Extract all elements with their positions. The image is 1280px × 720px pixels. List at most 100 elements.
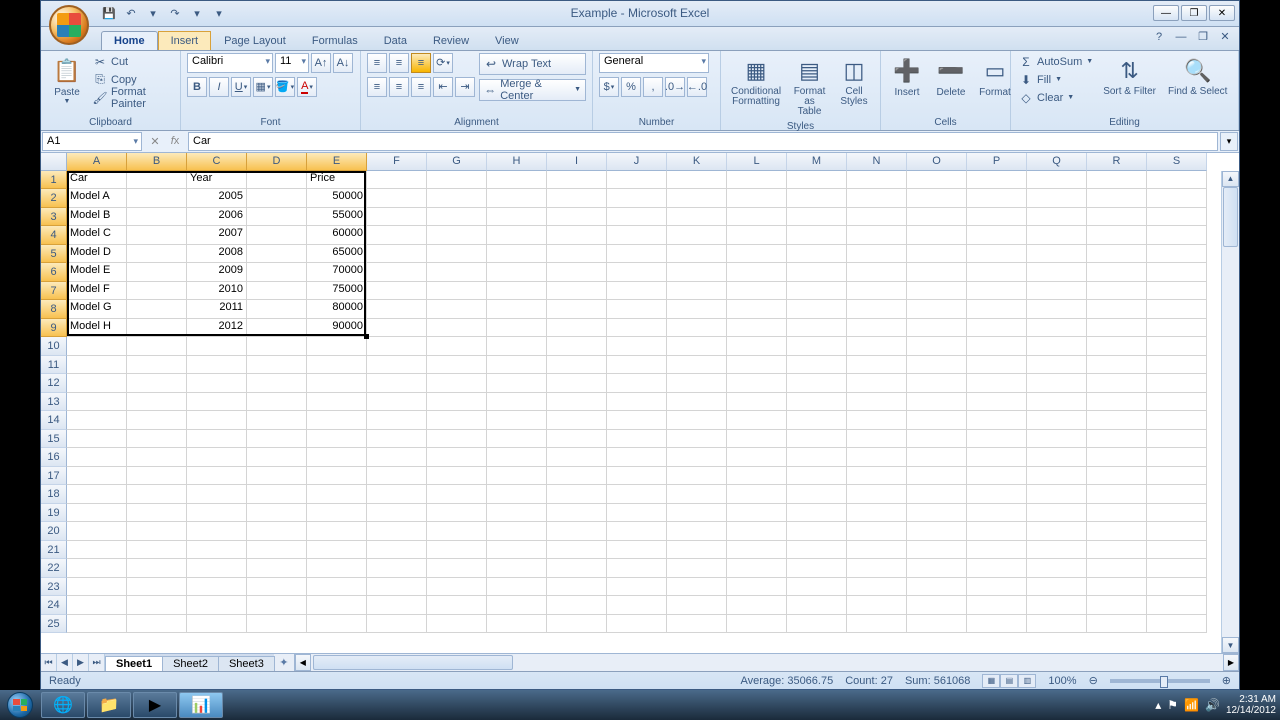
row-header-15[interactable]: 15 <box>41 430 67 449</box>
cell-O1[interactable] <box>907 171 967 190</box>
cell-J5[interactable] <box>607 245 667 264</box>
cell-N14[interactable] <box>847 411 907 430</box>
cell-F17[interactable] <box>367 467 427 486</box>
cell-K18[interactable] <box>667 485 727 504</box>
cell-E10[interactable] <box>307 337 367 356</box>
cell-M23[interactable] <box>787 578 847 597</box>
cell-F10[interactable] <box>367 337 427 356</box>
vertical-scrollbar[interactable]: ▲ ▼ <box>1221 171 1239 653</box>
col-header-F[interactable]: F <box>367 153 427 171</box>
cell-Q1[interactable] <box>1027 171 1087 190</box>
cell-C16[interactable] <box>187 448 247 467</box>
fx-button[interactable]: fx <box>167 133 183 149</box>
cell-G5[interactable] <box>427 245 487 264</box>
cell-D13[interactable] <box>247 393 307 412</box>
cell-J6[interactable] <box>607 263 667 282</box>
row-header-1[interactable]: 1 <box>41 171 67 190</box>
cell-Q14[interactable] <box>1027 411 1087 430</box>
delete-cells-button[interactable]: ➖Delete <box>931 53 971 100</box>
cell-S3[interactable] <box>1147 208 1207 227</box>
cell-Q21[interactable] <box>1027 541 1087 560</box>
cell-K24[interactable] <box>667 596 727 615</box>
row-header-10[interactable]: 10 <box>41 337 67 356</box>
cell-D16[interactable] <box>247 448 307 467</box>
cell-E6[interactable]: 70000 <box>307 263 367 282</box>
cell-G24[interactable] <box>427 596 487 615</box>
cell-B4[interactable] <box>127 226 187 245</box>
cell-O12[interactable] <box>907 374 967 393</box>
cell-R24[interactable] <box>1087 596 1147 615</box>
cell-N17[interactable] <box>847 467 907 486</box>
cell-P11[interactable] <box>967 356 1027 375</box>
cell-A4[interactable]: Model C <box>67 226 127 245</box>
cell-L13[interactable] <box>727 393 787 412</box>
cell-C23[interactable] <box>187 578 247 597</box>
cell-L15[interactable] <box>727 430 787 449</box>
cell-Q13[interactable] <box>1027 393 1087 412</box>
sheet-nav-prev[interactable]: ◀ <box>57 654 73 671</box>
cell-E16[interactable] <box>307 448 367 467</box>
cell-L11[interactable] <box>727 356 787 375</box>
cell-D25[interactable] <box>247 615 307 634</box>
cell-C21[interactable] <box>187 541 247 560</box>
cell-K4[interactable] <box>667 226 727 245</box>
cell-P19[interactable] <box>967 504 1027 523</box>
cell-E4[interactable]: 60000 <box>307 226 367 245</box>
cell-S15[interactable] <box>1147 430 1207 449</box>
select-all-corner[interactable] <box>41 153 67 171</box>
cell-S23[interactable] <box>1147 578 1207 597</box>
cell-M9[interactable] <box>787 319 847 338</box>
align-bottom[interactable]: ≡ <box>411 53 431 73</box>
cell-A20[interactable] <box>67 522 127 541</box>
cell-P17[interactable] <box>967 467 1027 486</box>
cell-I19[interactable] <box>547 504 607 523</box>
cell-D18[interactable] <box>247 485 307 504</box>
tab-home[interactable]: Home <box>101 31 158 50</box>
cell-P24[interactable] <box>967 596 1027 615</box>
cell-E9[interactable]: 90000 <box>307 319 367 338</box>
cell-E25[interactable] <box>307 615 367 634</box>
cell-E8[interactable]: 80000 <box>307 300 367 319</box>
cell-S13[interactable] <box>1147 393 1207 412</box>
sheet-tab-sheet3[interactable]: Sheet3 <box>218 656 275 671</box>
cell-C9[interactable]: 2012 <box>187 319 247 338</box>
cell-I1[interactable] <box>547 171 607 190</box>
cell-N8[interactable] <box>847 300 907 319</box>
start-button[interactable] <box>0 690 40 720</box>
cell-F25[interactable] <box>367 615 427 634</box>
cell-H19[interactable] <box>487 504 547 523</box>
cell-B24[interactable] <box>127 596 187 615</box>
cell-D6[interactable] <box>247 263 307 282</box>
cell-I24[interactable] <box>547 596 607 615</box>
cell-A19[interactable] <box>67 504 127 523</box>
cell-Q22[interactable] <box>1027 559 1087 578</box>
tab-insert[interactable]: Insert <box>158 31 212 50</box>
cell-B11[interactable] <box>127 356 187 375</box>
cell-K1[interactable] <box>667 171 727 190</box>
cell-P8[interactable] <box>967 300 1027 319</box>
cell-R4[interactable] <box>1087 226 1147 245</box>
shrink-font[interactable]: A↓ <box>333 53 353 73</box>
cell-N24[interactable] <box>847 596 907 615</box>
cell-G11[interactable] <box>427 356 487 375</box>
currency-button[interactable]: $ <box>599 77 619 97</box>
cell-A25[interactable] <box>67 615 127 634</box>
fill-color-button[interactable]: 🪣 <box>275 77 295 97</box>
cell-G12[interactable] <box>427 374 487 393</box>
cell-S11[interactable] <box>1147 356 1207 375</box>
cell-G14[interactable] <box>427 411 487 430</box>
cell-Q12[interactable] <box>1027 374 1087 393</box>
cell-D22[interactable] <box>247 559 307 578</box>
cell-Q8[interactable] <box>1027 300 1087 319</box>
cell-S6[interactable] <box>1147 263 1207 282</box>
cell-D14[interactable] <box>247 411 307 430</box>
cell-P18[interactable] <box>967 485 1027 504</box>
cell-S12[interactable] <box>1147 374 1207 393</box>
cell-P2[interactable] <box>967 189 1027 208</box>
cell-E2[interactable]: 50000 <box>307 189 367 208</box>
cell-J22[interactable] <box>607 559 667 578</box>
cell-L9[interactable] <box>727 319 787 338</box>
cell-R5[interactable] <box>1087 245 1147 264</box>
cell-F21[interactable] <box>367 541 427 560</box>
col-header-Q[interactable]: Q <box>1027 153 1087 171</box>
